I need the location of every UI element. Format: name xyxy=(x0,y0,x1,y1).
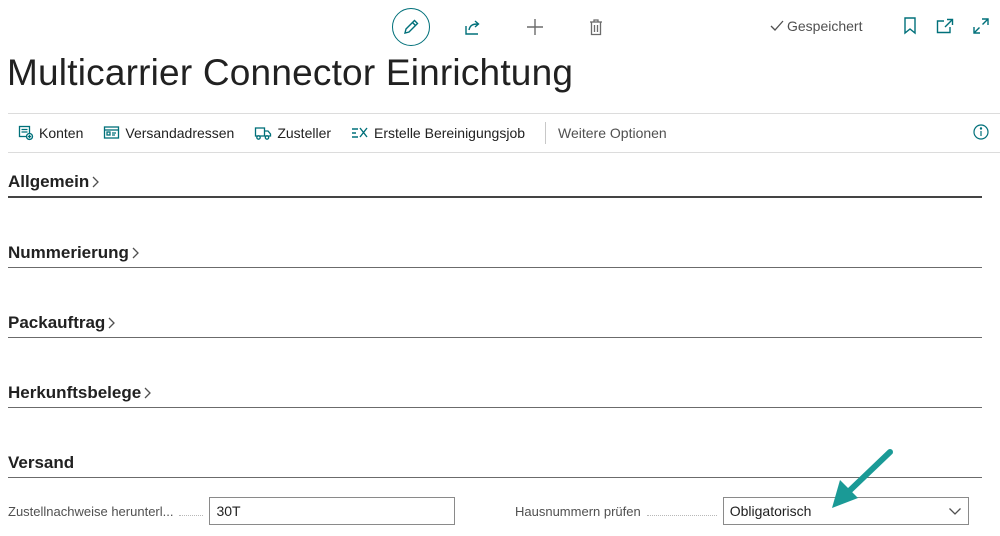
expand-button[interactable] xyxy=(969,14,993,38)
cleanup-icon xyxy=(351,125,369,141)
section-packauftrag[interactable]: Packauftrag xyxy=(8,308,982,338)
new-button[interactable] xyxy=(522,14,548,40)
delete-button[interactable] xyxy=(583,14,609,40)
popout-button[interactable] xyxy=(933,14,957,38)
more-options-button[interactable]: Weitere Optionen xyxy=(558,125,667,141)
action-bar: Konten Versandadressen Zusteller Erstell… xyxy=(8,113,1000,153)
edit-button[interactable] xyxy=(392,8,430,46)
field-leader-dots xyxy=(179,514,204,516)
cleanup-job-action-label: Erstelle Bereinigungsjob xyxy=(374,125,526,141)
section-title: Nummerierung xyxy=(8,242,129,262)
accounts-icon xyxy=(18,125,34,141)
field-leader-dots xyxy=(646,514,717,516)
proof-download-label: Zustellnachweise herunterl... xyxy=(8,503,174,519)
accounts-action[interactable]: Konten xyxy=(18,125,83,141)
chevron-right-icon xyxy=(143,386,152,400)
section-title: Allgemein xyxy=(8,172,90,191)
page-top-actions: Gespeichert xyxy=(0,8,1000,46)
proof-download-input[interactable]: 30T xyxy=(209,497,456,525)
saved-label: Gespeichert xyxy=(787,18,863,34)
carrier-icon xyxy=(254,125,272,141)
checkmark-icon xyxy=(770,20,784,31)
saved-status: Gespeichert xyxy=(770,18,862,34)
house-number-field-row: Hausnummern prüfen Obligatorisch xyxy=(515,497,969,525)
trash-icon xyxy=(590,19,602,36)
section-nummerierung[interactable]: Nummerierung xyxy=(8,238,982,268)
action-separator xyxy=(545,122,547,144)
accounts-action-label: Konten xyxy=(39,125,84,141)
section-title: Herkunftsbelege xyxy=(8,382,142,402)
popout-icon xyxy=(936,18,954,34)
page-title: Multicarrier Connector Einrichtung xyxy=(7,52,574,93)
chevron-down-icon xyxy=(948,507,962,516)
carrier-action[interactable]: Zusteller xyxy=(254,125,331,141)
share-icon xyxy=(465,20,480,35)
section-title: Versand xyxy=(8,452,75,472)
house-number-select-value: Obligatorisch xyxy=(729,503,812,519)
bookmark-icon xyxy=(904,17,916,35)
carrier-action-label: Zusteller xyxy=(277,125,332,141)
plus-icon xyxy=(527,19,543,35)
proof-download-field-row: Zustellnachweise herunterl... 30T xyxy=(8,497,456,525)
addresses-icon xyxy=(103,125,120,141)
cleanup-job-action[interactable]: Erstelle Bereinigungsjob xyxy=(351,125,525,141)
section-allgemein[interactable]: Allgemein xyxy=(8,168,982,198)
house-number-label: Hausnummern prüfen xyxy=(515,503,641,519)
chevron-right-icon xyxy=(131,246,140,260)
section-herkunftsbelege[interactable]: Herkunftsbelege xyxy=(8,378,982,408)
chevron-right-icon xyxy=(107,316,116,330)
section-title: Packauftrag xyxy=(8,312,106,332)
annotation-arrow xyxy=(832,449,893,508)
expand-icon xyxy=(973,18,989,34)
addresses-action-label: Versandadressen xyxy=(125,125,235,141)
info-button[interactable] xyxy=(973,124,989,140)
pencil-icon xyxy=(404,19,419,34)
share-button[interactable] xyxy=(460,14,486,40)
addresses-action[interactable]: Versandadressen xyxy=(103,125,234,141)
chevron-right-icon xyxy=(91,175,100,189)
bookmark-button[interactable] xyxy=(898,14,922,38)
info-icon xyxy=(973,124,989,140)
